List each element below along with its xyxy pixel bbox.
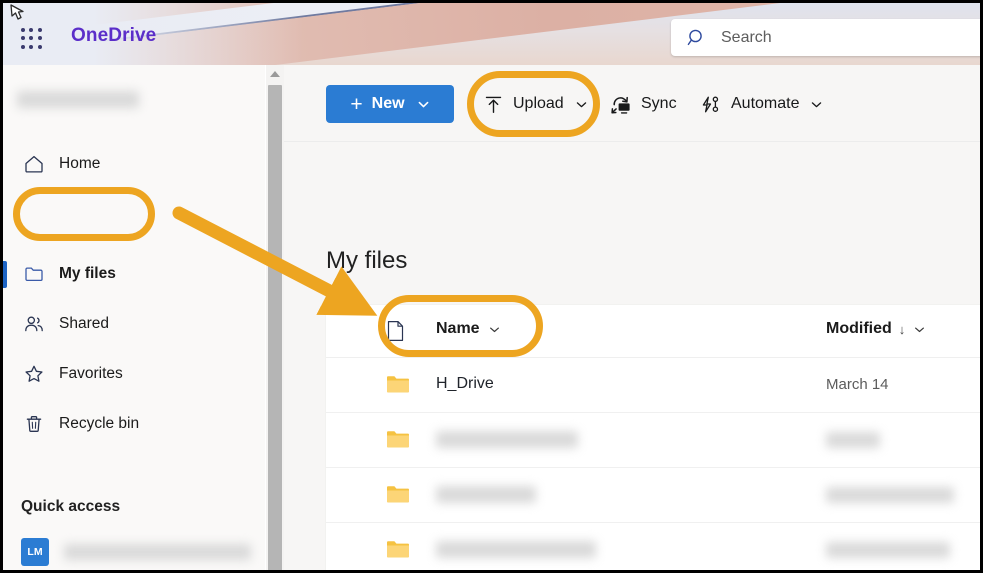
sync-button-label: Sync: [641, 95, 677, 113]
file-modified-redacted: [826, 487, 954, 503]
file-name: H_Drive: [436, 375, 494, 393]
scroll-up-arrow-icon[interactable]: [270, 71, 280, 77]
sync-button[interactable]: Sync: [610, 85, 677, 123]
document-icon[interactable]: [386, 320, 405, 342]
upload-button-label: Upload: [513, 95, 564, 113]
sidebar-item-label: Recycle bin: [59, 415, 139, 433]
file-modified-redacted: [826, 542, 950, 558]
file-modified-date: March 14: [826, 376, 889, 393]
suite-header-bar: OneDrive Search: [3, 3, 983, 65]
app-launcher-icon[interactable]: [21, 28, 43, 50]
chevron-down-icon: [913, 323, 926, 336]
plus-icon: +: [350, 94, 362, 115]
table-row[interactable]: [326, 523, 983, 573]
file-list-header: Name Modified ↓: [326, 305, 983, 358]
file-modified-redacted: [826, 432, 880, 448]
quick-access-label-redacted: [64, 544, 251, 560]
column-header-label: Name: [436, 320, 480, 338]
main-content: + New Upload: [284, 65, 983, 573]
selection-indicator: [3, 261, 7, 288]
search-icon: [687, 28, 707, 48]
upload-button[interactable]: Upload: [483, 85, 588, 123]
people-icon: [23, 313, 45, 335]
folder-icon: [386, 484, 410, 504]
chevron-down-icon: [575, 98, 588, 111]
sort-direction-icon: ↓: [899, 323, 906, 336]
table-row[interactable]: [326, 468, 983, 523]
lightning-bolt-icon: [699, 94, 722, 115]
sidebar-item-recycle-bin[interactable]: Recycle bin: [11, 405, 247, 443]
file-list: Name Modified ↓: [326, 305, 983, 573]
sidebar-item-label: Home: [59, 155, 100, 173]
chevron-down-icon: [488, 323, 501, 336]
file-name-redacted: [436, 431, 578, 448]
sidebar-item-label: My files: [59, 265, 116, 283]
sidebar-item-shared[interactable]: Shared: [11, 305, 247, 343]
command-bar: + New Upload: [284, 65, 983, 142]
sidebar-item-label: Shared: [59, 315, 109, 333]
star-icon: [23, 363, 45, 385]
folder-icon: [386, 429, 410, 449]
search-input[interactable]: Search: [671, 19, 983, 56]
column-header-modified[interactable]: Modified ↓: [826, 320, 926, 338]
folder-icon: [386, 374, 410, 394]
sync-icon: [610, 94, 632, 115]
account-name-redacted: [17, 91, 139, 108]
chevron-down-icon: [810, 98, 823, 111]
column-header-name[interactable]: Name: [436, 320, 501, 338]
onedrive-brand-title[interactable]: OneDrive: [71, 25, 156, 47]
column-header-label: Modified: [826, 320, 892, 338]
onedrive-window: OneDrive Search Home My files: [0, 0, 983, 573]
sidebar-item-favorites[interactable]: Favorites: [11, 355, 247, 393]
page-title: My files: [326, 247, 407, 275]
file-name-redacted: [436, 486, 536, 503]
table-row[interactable]: [326, 413, 983, 468]
quick-access-heading: Quick access: [21, 498, 120, 516]
automate-button-label: Automate: [731, 95, 799, 113]
folder-icon: [23, 263, 45, 285]
sidebar-scrollbar[interactable]: [266, 65, 284, 573]
new-button-label: New: [372, 95, 405, 113]
trash-icon: [23, 413, 45, 435]
search-placeholder-text: Search: [721, 29, 772, 47]
sidebar-item-home[interactable]: Home: [11, 145, 247, 183]
table-row[interactable]: H_Drive March 14: [326, 358, 983, 413]
new-button[interactable]: + New: [326, 85, 454, 123]
folder-icon: [386, 539, 410, 559]
file-name-redacted: [436, 541, 596, 558]
sidebar-item-my-files[interactable]: My files: [11, 255, 247, 293]
home-icon: [23, 153, 45, 175]
avatar: LM: [21, 538, 49, 566]
automate-button[interactable]: Automate: [699, 85, 823, 123]
quick-access-item[interactable]: LM: [21, 531, 251, 573]
scrollbar-thumb[interactable]: [268, 85, 282, 573]
sidebar: Home My files Shared Favorites: [3, 65, 265, 573]
sidebar-item-label: Favorites: [59, 365, 123, 383]
chevron-down-icon: [417, 98, 430, 111]
upload-arrow-icon: [483, 94, 504, 115]
